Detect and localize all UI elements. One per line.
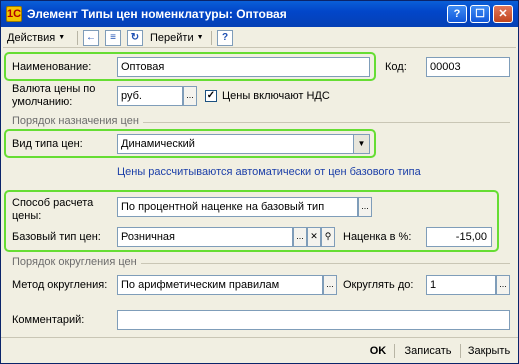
help-title-button[interactable]: ? — [447, 5, 467, 23]
close-window-button[interactable]: ✕ — [493, 5, 513, 23]
list-icon[interactable]: ≡ — [105, 30, 121, 46]
auto-calc-info: Цены рассчитываются автоматически от цен… — [117, 166, 421, 178]
actions-menu-label: Действия — [7, 32, 56, 44]
calc-method-input[interactable]: По процентной наценке на базовый тип — [117, 197, 358, 217]
price-kind-select[interactable]: Динамический ▼ — [117, 134, 370, 154]
comment-input[interactable] — [117, 310, 510, 330]
base-type-select-button[interactable]: ... — [293, 227, 307, 247]
comment-label: Комментарий: — [12, 314, 85, 326]
refresh-icon[interactable]: ↻ — [127, 30, 143, 46]
markup-label: Наценка в %: — [343, 231, 412, 243]
vat-checkbox[interactable]: ✓ — [205, 90, 217, 102]
section-purpose-title: Порядок назначения цен — [12, 115, 139, 127]
app-icon: 1С — [6, 6, 22, 22]
vat-label: Цены включают НДС — [222, 90, 330, 102]
toolbar-separator — [211, 31, 212, 45]
close-button[interactable]: Закрыть — [464, 342, 514, 360]
title-bar[interactable]: 1С Элемент Типы цен номенклатуры: Оптова… — [1, 1, 518, 27]
rounding-method-input[interactable]: По арифметическим правилам — [117, 275, 323, 295]
calc-method-select-button[interactable]: ... — [358, 197, 372, 217]
section-rounding-title: Порядок округления цен — [12, 256, 137, 268]
move-back-icon[interactable]: ← — [83, 30, 99, 46]
chevron-down-icon: ▼ — [58, 34, 66, 42]
price-kind-label: Вид типа цен: — [12, 138, 83, 150]
form-window: 1С Элемент Типы цен номенклатуры: Оптова… — [0, 0, 519, 364]
toolbar: Действия ▼ ← ≡ ↻ Перейти ▼ ? — [3, 28, 516, 48]
currency-input[interactable]: руб. — [117, 86, 183, 106]
help-icon[interactable]: ? — [217, 30, 233, 46]
search-icon[interactable]: ⚲ — [321, 227, 335, 247]
section-divider — [141, 263, 510, 264]
currency-label-line1: Валюта цены по — [12, 83, 96, 95]
code-input[interactable]: 00003 — [426, 57, 510, 77]
currency-select-button[interactable]: ... — [183, 86, 197, 106]
calc-method-label-line2: цены: — [12, 210, 42, 222]
save-button[interactable]: Записать — [399, 342, 457, 360]
navigate-menu-button[interactable]: Перейти ▼ — [150, 29, 204, 47]
ok-button[interactable]: OK — [367, 342, 389, 360]
navigate-menu-label: Перейти — [150, 32, 194, 44]
markup-input[interactable]: -15,00 — [426, 227, 492, 247]
base-type-label: Базовый тип цен: — [12, 231, 101, 243]
chevron-down-icon[interactable]: ▼ — [353, 135, 369, 153]
chevron-down-icon: ▼ — [196, 34, 204, 42]
round-to-select-button[interactable]: ... — [496, 275, 510, 295]
toolbar-separator — [77, 31, 78, 45]
name-input[interactable]: Оптовая — [117, 57, 370, 77]
code-label: Код: — [385, 61, 407, 73]
window-title: Элемент Типы цен номенклатуры: Оптовая — [27, 7, 287, 21]
currency-label-line2: умолчанию: — [12, 96, 73, 108]
clear-icon[interactable]: ✕ — [307, 227, 321, 247]
footer-separator — [394, 344, 395, 358]
name-label: Наименование: — [12, 61, 92, 73]
round-to-input[interactable]: 1 — [426, 275, 496, 295]
actions-menu-button[interactable]: Действия ▼ — [7, 29, 65, 47]
calc-method-label-line1: Способ расчета — [12, 197, 94, 209]
round-to-label: Округлять до: — [343, 279, 414, 291]
footer-separator — [460, 344, 461, 358]
rounding-method-select-button[interactable]: ... — [323, 275, 337, 295]
base-type-input[interactable]: Розничная — [117, 227, 293, 247]
section-divider — [143, 122, 510, 123]
rounding-method-label: Метод округления: — [12, 279, 108, 291]
price-kind-value: Динамический — [121, 138, 195, 150]
footer-bar: OK Записать Закрыть — [1, 337, 518, 364]
maximize-button[interactable]: ☐ — [470, 5, 490, 23]
